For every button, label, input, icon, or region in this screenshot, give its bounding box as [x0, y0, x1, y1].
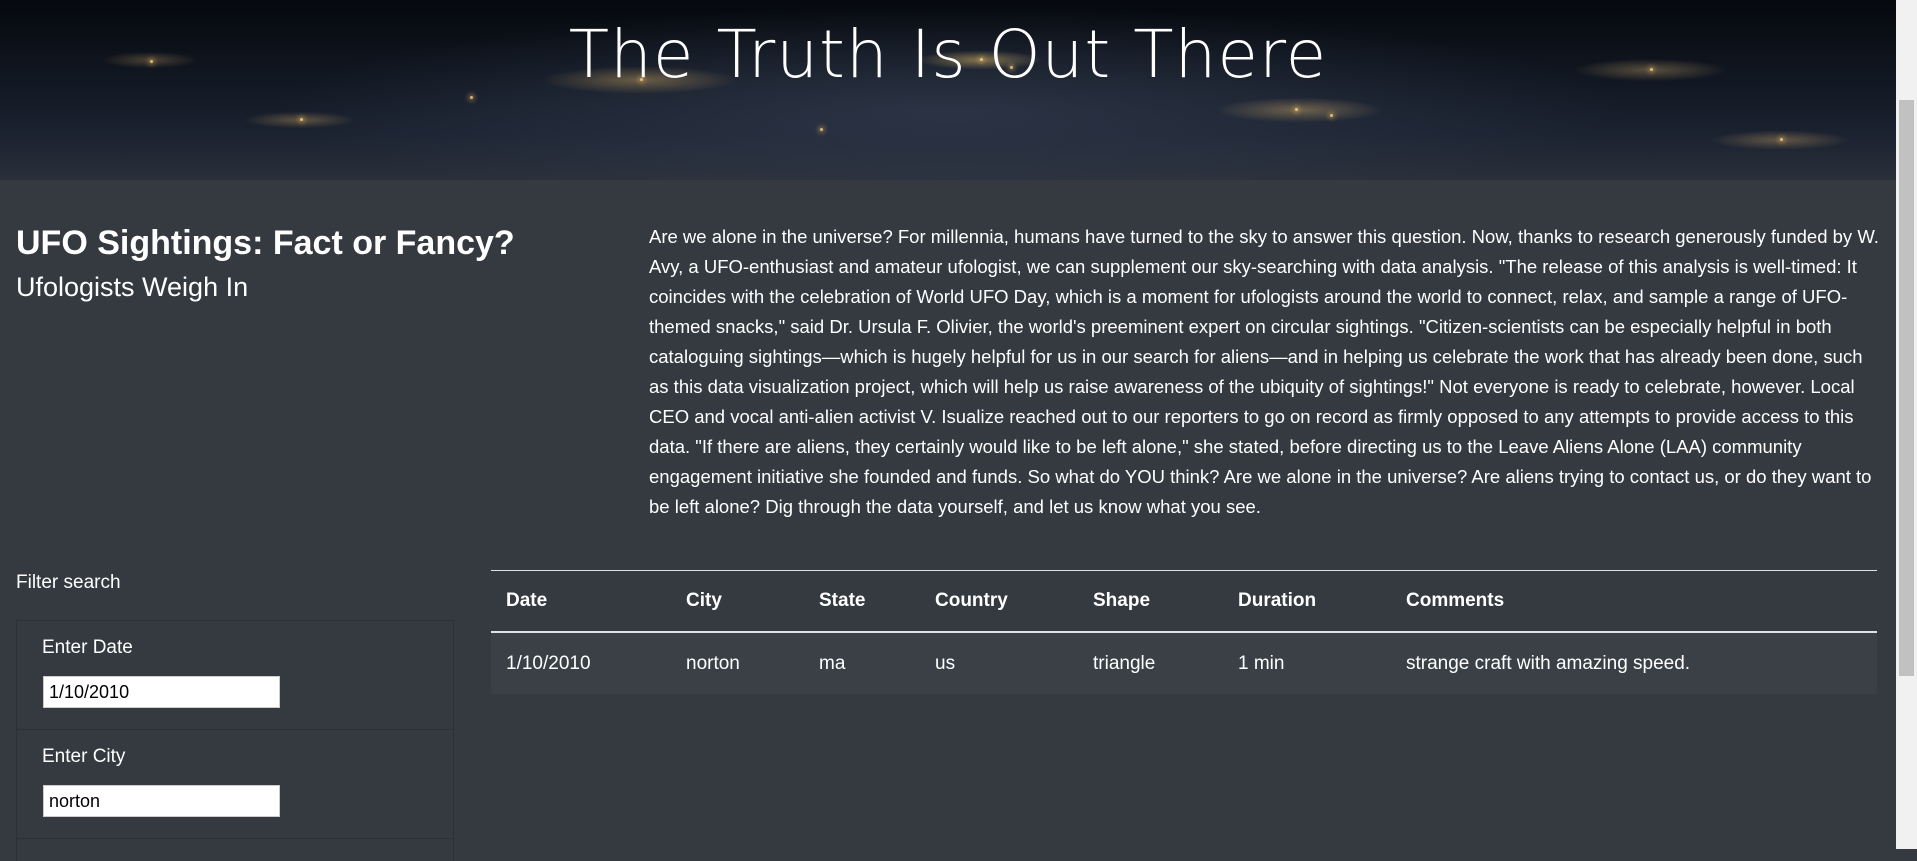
cell-country: us: [920, 632, 1078, 694]
filter-heading: Filter search: [16, 572, 121, 593]
article-text: Are we alone in the universe? For millen…: [649, 226, 1879, 517]
cell-date: 1/10/2010: [491, 632, 671, 694]
cell-shape: triangle: [1078, 632, 1223, 694]
date-input[interactable]: [43, 676, 280, 708]
filter-item-date: Enter Date: [17, 621, 453, 730]
page-title: UFO Sightings: Fact or Fancy?: [16, 224, 515, 262]
filter-item-city: Enter City: [17, 730, 453, 839]
column-header-comments: Comments: [1406, 590, 1505, 611]
date-label: Enter Date: [42, 637, 133, 658]
filter-panel: Enter Date Enter City: [16, 620, 454, 861]
column-header-duration: Duration: [1238, 590, 1317, 611]
page-subtitle: Ufologists Weigh In: [16, 272, 249, 302]
hero-banner: The Truth Is Out There: [0, 0, 1896, 180]
page-scrollbar[interactable]: [1896, 0, 1917, 849]
city-input[interactable]: [43, 785, 280, 817]
column-header-date: Date: [506, 590, 548, 611]
table-row: 1/10/2010 norton ma us triangle 1 min st…: [491, 632, 1877, 694]
table-header-row: Date City State Country Shape Duration C…: [491, 570, 1877, 632]
cell-duration: 1 min: [1223, 632, 1391, 694]
city-label: Enter City: [42, 746, 126, 767]
column-header-city: City: [686, 590, 722, 611]
column-header-state: State: [819, 590, 866, 611]
cell-comments: strange craft with amazing speed.: [1391, 632, 1877, 694]
ufo-table: Date City State Country Shape Duration C…: [491, 570, 1877, 694]
scrollbar-thumb[interactable]: [1899, 100, 1914, 676]
cell-state: ma: [804, 632, 920, 694]
column-header-country: Country: [935, 590, 1008, 611]
hero-title: The Truth Is Out There: [568, 16, 1328, 93]
column-header-shape: Shape: [1093, 590, 1151, 611]
cell-city: norton: [671, 632, 804, 694]
